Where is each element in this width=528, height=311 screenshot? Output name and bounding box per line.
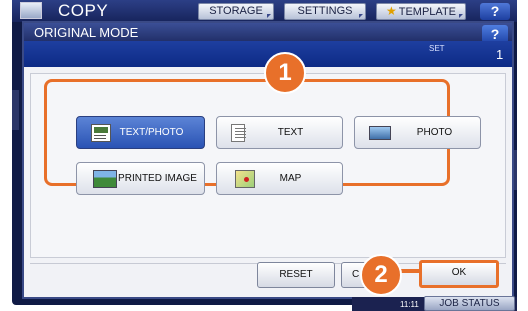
text-photo-mode-button[interactable]: TEXT/PHOTO — [76, 116, 205, 149]
printed-image-label: PRINTED IMAGE — [118, 173, 197, 184]
text-label: TEXT — [277, 127, 304, 138]
app-title: COPY — [58, 1, 109, 20]
text-mode-button[interactable]: TEXT — [216, 116, 343, 149]
step-1-callout: 1 — [264, 52, 306, 94]
template-label: TEMPLATE — [398, 6, 457, 18]
expand-arrow-icon — [459, 14, 463, 18]
map-mode-button[interactable]: MAP — [216, 162, 343, 195]
settings-button[interactable]: SETTINGS — [284, 3, 366, 20]
top-bar: COPY STORAGE SETTINGS ★ TEMPLATE ? — [12, 0, 517, 22]
expand-arrow-icon — [359, 14, 363, 18]
set-count: 1 — [496, 47, 504, 62]
help-button[interactable]: ? — [480, 3, 510, 20]
text-photo-label: TEXT/PHOTO — [119, 127, 184, 138]
reset-button[interactable]: RESET — [257, 262, 335, 288]
map-label: MAP — [279, 173, 302, 184]
expand-arrow-icon — [267, 14, 271, 18]
dialog-header: ORIGINAL MODE — [24, 23, 512, 41]
set-label: SET — [429, 44, 445, 53]
storage-label: STORAGE — [209, 5, 263, 17]
photo-mode-button[interactable]: PHOTO — [354, 116, 481, 149]
job-status-button[interactable]: JOB STATUS — [424, 296, 515, 311]
step-2-callout: 2 — [360, 254, 402, 296]
printed-image-mode-button[interactable]: PRINTED IMAGE — [76, 162, 205, 195]
settings-label: SETTINGS — [297, 5, 353, 17]
star-icon: ★ — [385, 4, 397, 18]
copy-app-icon — [20, 2, 42, 19]
template-button[interactable]: ★ TEMPLATE — [376, 3, 466, 20]
dialog-title: ORIGINAL MODE — [34, 25, 139, 40]
left-side-tab — [12, 90, 19, 130]
clock-time: 11:11 — [400, 300, 419, 309]
storage-button[interactable]: STORAGE — [198, 3, 274, 20]
ok-button[interactable]: OK — [419, 260, 499, 288]
photo-label: PHOTO — [416, 127, 453, 138]
